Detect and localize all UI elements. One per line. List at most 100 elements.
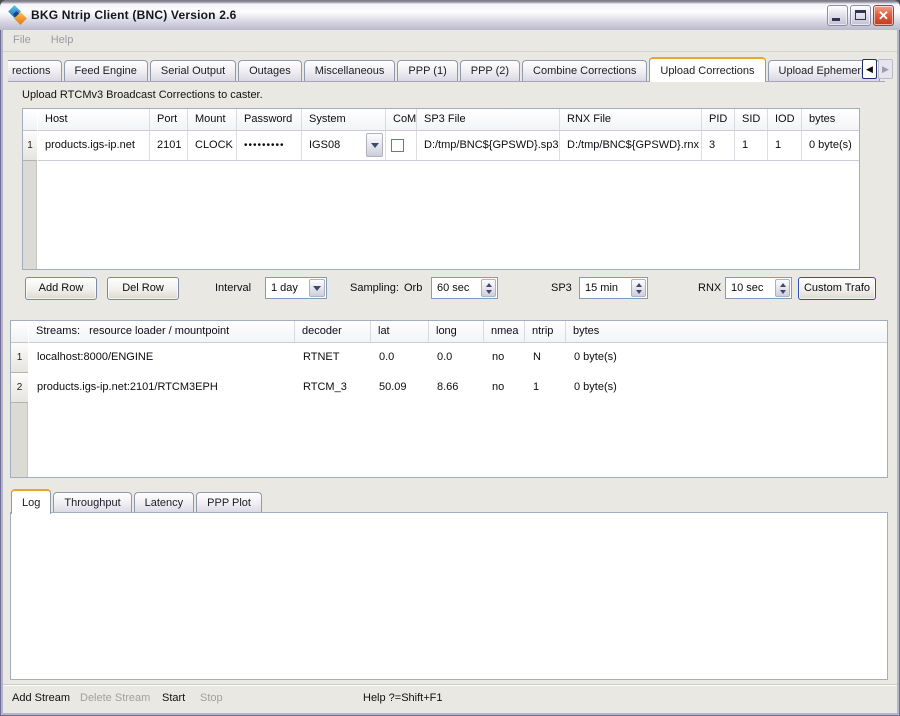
del-row-button[interactable]: Del Row [107,277,179,300]
tab-miscellaneous[interactable]: Miscellaneous [304,60,396,81]
orb-label: Orb [404,277,422,300]
help-hint: Help ?=Shift+F1 [363,692,443,704]
col-header-sp3-file: SP3 File [417,109,560,130]
chevron-down-icon [313,286,321,291]
stream-row-number: 2 [11,373,28,403]
stream-decoder: RTCM_3 [295,373,371,403]
cell-host[interactable]: products.igs-ip.net [38,131,150,161]
spinner-up-icon [636,283,642,287]
tab-feed-engine[interactable]: Feed Engine [64,60,148,81]
start-action[interactable]: Start [162,692,185,704]
tab-combine-corrections[interactable]: Combine Corrections [522,60,647,81]
com-checkbox[interactable] [391,139,404,152]
close-icon: ✕ [878,8,889,23]
col-header-lat: lat [371,321,429,342]
orb-spin-buttons[interactable] [481,279,496,297]
stream-row-number: 1 [11,343,28,373]
chevron-down-icon [371,143,379,148]
title-bar: BKG Ntrip Client (BNC) Version 2.6 ✕ [0,0,900,30]
col-header-bytes: bytes [566,321,887,342]
col-header-long: long [429,321,484,342]
window-body: File Help rections Feed Engine Serial Ou… [3,30,897,713]
cell-system-combobox[interactable]: IGS08 [302,131,386,161]
rnx-spinbox[interactable]: 10 sec [725,277,792,299]
delete-stream-action: Delete Stream [80,692,150,704]
menu-help[interactable]: Help [41,30,84,51]
streams-table: 1 2 Streams: resource loader / mountpoin… [10,320,888,478]
tab-ppp-1[interactable]: PPP (1) [397,60,457,81]
minimize-button[interactable] [827,5,848,26]
tab-outages[interactable]: Outages [238,60,302,81]
menu-file[interactable]: File [3,30,41,51]
cell-iod[interactable]: 1 [768,131,802,161]
upload-row-number: 1 [23,131,37,161]
stream-bytes: 0 byte(s) [566,373,887,403]
cell-port[interactable]: 2101 [150,131,188,161]
tab-ppp-plot[interactable]: PPP Plot [196,492,262,513]
upload-table-header-row: Host Port Mount Password System CoM SP3 … [38,109,859,131]
stream-lat: 50.09 [371,373,429,403]
cell-sp3-file[interactable]: D:/tmp/BNC${GPSWD}.sp3 [417,131,560,161]
stream-bytes: 0 byte(s) [566,343,887,373]
menu-bar: File Help [3,30,897,52]
orb-spinbox[interactable]: 60 sec [431,277,498,299]
col-header-rnx-file: RNX File [560,109,702,130]
upload-table-row: products.igs-ip.net 2101 CLOCK •••••••••… [38,131,859,161]
spinner-up-icon [486,283,492,287]
col-header-pid: PID [702,109,735,130]
system-dropdown-button[interactable] [366,133,383,157]
add-stream-action[interactable]: Add Stream [12,692,70,704]
sp3-spin-buttons[interactable] [631,279,646,297]
interval-dropdown-button[interactable] [309,279,325,297]
streams-table-corner [11,321,28,343]
maximize-button[interactable] [850,5,871,26]
col-header-ntrip: ntrip [525,321,566,342]
add-row-button[interactable]: Add Row [25,277,97,300]
cell-sid[interactable]: 1 [735,131,768,161]
sp3-value: 15 min [585,278,618,298]
stop-action: Stop [200,692,223,704]
col-header-sid: SID [735,109,768,130]
col-header-bytes: bytes [802,109,859,130]
col-header-system: System [302,109,386,130]
tab-scroll-left-button[interactable]: ◀ [862,59,877,79]
stream-row[interactable]: products.igs-ip.net:2101/RTCM3EPH RTCM_3… [29,373,887,403]
tab-bar: rections Feed Engine Serial Output Outag… [8,57,885,82]
tab-throughput[interactable]: Throughput [53,492,131,513]
stream-nmea: no [484,373,525,403]
stream-row[interactable]: localhost:8000/ENGINE RTNET 0.0 0.0 no N… [29,343,887,373]
tab-corrections[interactable]: rections [8,60,62,81]
rnx-label: RNX [698,277,721,300]
cell-rnx-file[interactable]: D:/tmp/BNC${GPSWD}.rnx [560,131,702,161]
system-value: IGS08 [309,139,340,151]
tab-upload-corrections[interactable]: Upload Corrections [649,57,765,82]
cell-mount[interactable]: CLOCK [188,131,237,161]
stream-lat: 0.0 [371,343,429,373]
tab-log[interactable]: Log [11,489,51,514]
interval-combobox[interactable]: 1 day [265,277,327,299]
stream-ntrip: 1 [525,373,566,403]
cell-password[interactable]: ••••••••• [237,131,302,161]
rnx-value: 10 sec [731,278,763,298]
col-header-mountpoint: Streams: resource loader / mountpoint [29,321,295,342]
stream-ntrip: N [525,343,566,373]
sp3-spinbox[interactable]: 15 min [579,277,648,299]
spinner-down-icon [636,290,642,294]
stream-nmea: no [484,343,525,373]
col-header-password: Password [237,109,302,130]
cell-pid[interactable]: 3 [702,131,735,161]
status-bar: Add Stream Delete Stream Start Stop Help… [3,684,897,713]
tab-scroll-left-icon: ◀ [866,64,873,74]
bottom-tab-bar: Log Throughput Latency PPP Plot [11,489,264,513]
upload-table-corner [23,109,37,131]
tab-ppp-2[interactable]: PPP (2) [460,60,520,81]
cell-bytes: 0 byte(s) [802,131,859,161]
tab-serial-output[interactable]: Serial Output [150,60,236,81]
col-header-mount: Mount [188,109,237,130]
col-header-host: Host [38,109,150,130]
custom-trafo-button[interactable]: Custom Trafo [798,277,876,300]
rnx-spin-buttons[interactable] [775,279,790,297]
spinner-up-icon [780,283,786,287]
tab-latency[interactable]: Latency [134,492,195,513]
close-button[interactable]: ✕ [873,5,894,26]
